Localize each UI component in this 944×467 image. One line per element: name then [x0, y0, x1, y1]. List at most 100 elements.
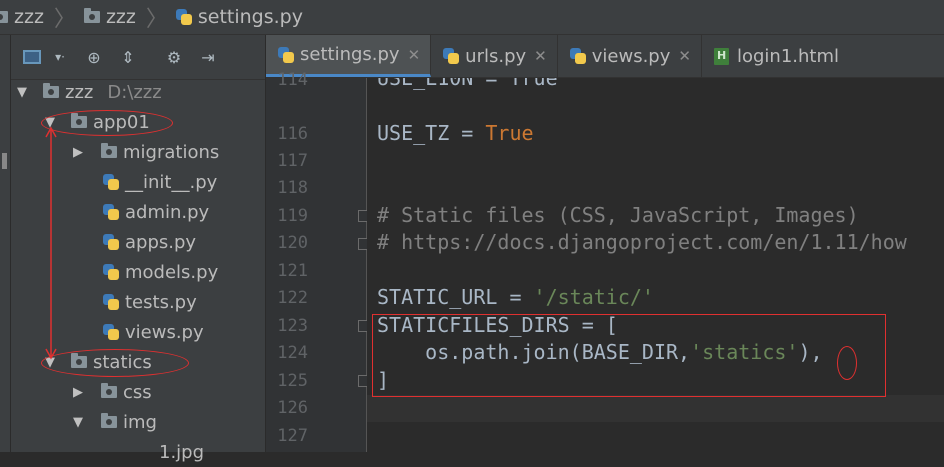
code-text: STATIC_URL = [377, 285, 534, 309]
line-number: 124 [277, 343, 308, 363]
line-number: 114 [277, 70, 308, 90]
breadcrumb-item-file[interactable]: settings.py [175, 0, 307, 34]
tree-item-file[interactable]: __init__.py [103, 167, 217, 197]
close-icon[interactable]: ✕ [678, 47, 691, 65]
code-string: '/static/' [533, 285, 654, 309]
chevron-right-icon: 〉 [53, 7, 76, 32]
tree-label: img [123, 411, 157, 433]
project-panel: ▾· ⊕ ⇕ ⚙ ⇥ ▼ zzz D:\zzz ▼ app01 ▶ migrat… [11, 35, 265, 463]
line-number: 121 [277, 261, 308, 281]
tree-item-file[interactable]: apps.py [103, 227, 196, 257]
project-toolbar: ▾· ⊕ ⇕ ⚙ ⇥ [11, 35, 265, 80]
annotation-rectangle [372, 314, 886, 397]
code-line: USE_L10N = True [377, 78, 558, 90]
tree-item-root[interactable]: ▼ zzz D:\zzz [13, 77, 162, 107]
html-file-icon [713, 47, 729, 65]
gear-icon[interactable]: ⚙ [161, 44, 187, 70]
hide-icon[interactable]: ⇥ [195, 44, 221, 70]
folder-icon [0, 11, 8, 23]
tree-item-img[interactable]: ▼ img [69, 407, 157, 437]
python-file-icon [278, 46, 294, 63]
strip-marker [2, 153, 7, 169]
folder-icon [101, 383, 117, 398]
python-file-icon [103, 234, 119, 250]
tree-item-file[interactable]: models.py [103, 257, 218, 287]
python-file-icon [103, 264, 119, 280]
python-file-icon [569, 48, 586, 64]
python-file-icon [103, 294, 119, 310]
expanded-arrow-icon[interactable]: ▼ [69, 415, 87, 430]
tree-label: apps.py [125, 231, 197, 253]
line-number: 127 [277, 426, 308, 446]
tab-label: urls.py [465, 45, 527, 67]
line-number: 120 [277, 233, 308, 253]
tab-label: login1.html [736, 45, 839, 67]
python-file-icon [443, 48, 460, 64]
collapse-icon[interactable]: ⇕ [115, 44, 141, 70]
code-comment: # https://docs.djangoproject.com/en/1.11… [377, 230, 907, 254]
folder-icon [43, 83, 59, 98]
tree-label: __init__.py [125, 171, 218, 193]
line-number: 122 [277, 288, 308, 308]
tab-urls[interactable]: urls.py ✕ [431, 35, 558, 77]
breadcrumb-item-root[interactable]: zzz [0, 0, 48, 34]
line-number: 116 [277, 124, 308, 144]
expanded-arrow-icon[interactable]: ▼ [13, 85, 31, 100]
collapsed-arrow-icon[interactable]: ▶ [69, 145, 87, 160]
code-line: STATIC_URL = '/static/' [377, 285, 654, 309]
code-comment: # Static files (CSS, JavaScript, Images) [377, 203, 859, 227]
tree-label: views.py [125, 321, 204, 343]
python-file-icon [103, 204, 119, 220]
code-text: USE_L10N = True [377, 78, 558, 90]
tab-label: settings.py [300, 44, 400, 65]
navigation-breadcrumb: zzz 〉 zzz 〉 settings.py [0, 0, 944, 35]
tree-item-css[interactable]: ▶ css [69, 377, 152, 407]
python-file-icon [103, 324, 119, 340]
line-number: 119 [277, 206, 308, 226]
tree-item-image-file[interactable]: 1.jpg [159, 437, 204, 467]
folder-icon [101, 143, 117, 158]
breadcrumb-label: zzz [105, 6, 136, 28]
close-icon[interactable]: ✕ [534, 47, 547, 65]
annotation-ellipse [41, 349, 189, 377]
tree-item-file[interactable]: views.py [103, 317, 204, 347]
current-line-highlight [367, 395, 944, 422]
left-tool-strip [0, 35, 11, 452]
code-keyword: True [485, 121, 534, 145]
line-number: 125 [277, 371, 308, 391]
line-number: 126 [277, 398, 308, 418]
tree-label: models.py [125, 261, 219, 283]
chevron-right-icon: 〉 [145, 7, 168, 32]
python-file-icon [103, 174, 119, 190]
tree-label: admin.py [125, 201, 210, 223]
tree-label: css [123, 381, 152, 403]
tab-views[interactable]: views.py ✕ [558, 35, 702, 77]
tab-label: views.py [591, 45, 671, 67]
close-icon[interactable]: ✕ [408, 46, 421, 64]
breadcrumb-label: settings.py [197, 6, 303, 28]
python-file-icon [175, 9, 192, 25]
tree-label: tests.py [125, 291, 197, 313]
tree-label: zzz [65, 81, 94, 103]
folder-icon [101, 413, 117, 428]
breadcrumb-item-project[interactable]: zzz [83, 0, 140, 34]
tree-label: 1.jpg [159, 441, 205, 463]
code-text: USE_TZ = [377, 121, 486, 145]
line-number: 118 [277, 178, 308, 198]
tab-login1[interactable]: login1.html [702, 35, 849, 77]
tree-label: migrations [123, 141, 220, 163]
project-view-icon[interactable] [19, 44, 45, 70]
collapsed-arrow-icon[interactable]: ▶ [69, 385, 87, 400]
tree-item-file[interactable]: tests.py [103, 287, 197, 317]
tree-item-migrations[interactable]: ▶ migrations [69, 137, 219, 167]
tree-path: D:\zzz [107, 81, 162, 103]
code-editor[interactable]: USE_L10N = True USE_TZ = True # Static f… [367, 78, 944, 452]
tree-item-file[interactable]: admin.py [103, 197, 209, 227]
editor-tabs: settings.py ✕ urls.py ✕ views.py ✕ login… [266, 35, 944, 78]
annotation-ellipse [837, 346, 857, 380]
crosshair-icon[interactable]: ⊕ [81, 44, 107, 70]
breadcrumb-label: zzz [14, 6, 44, 28]
line-number: 123 [277, 316, 308, 336]
line-number-gutter: 114 116 117 118 119 120 121 122 123 124 … [266, 70, 368, 452]
dropdown-arrow-icon[interactable]: ▾· [47, 44, 73, 70]
